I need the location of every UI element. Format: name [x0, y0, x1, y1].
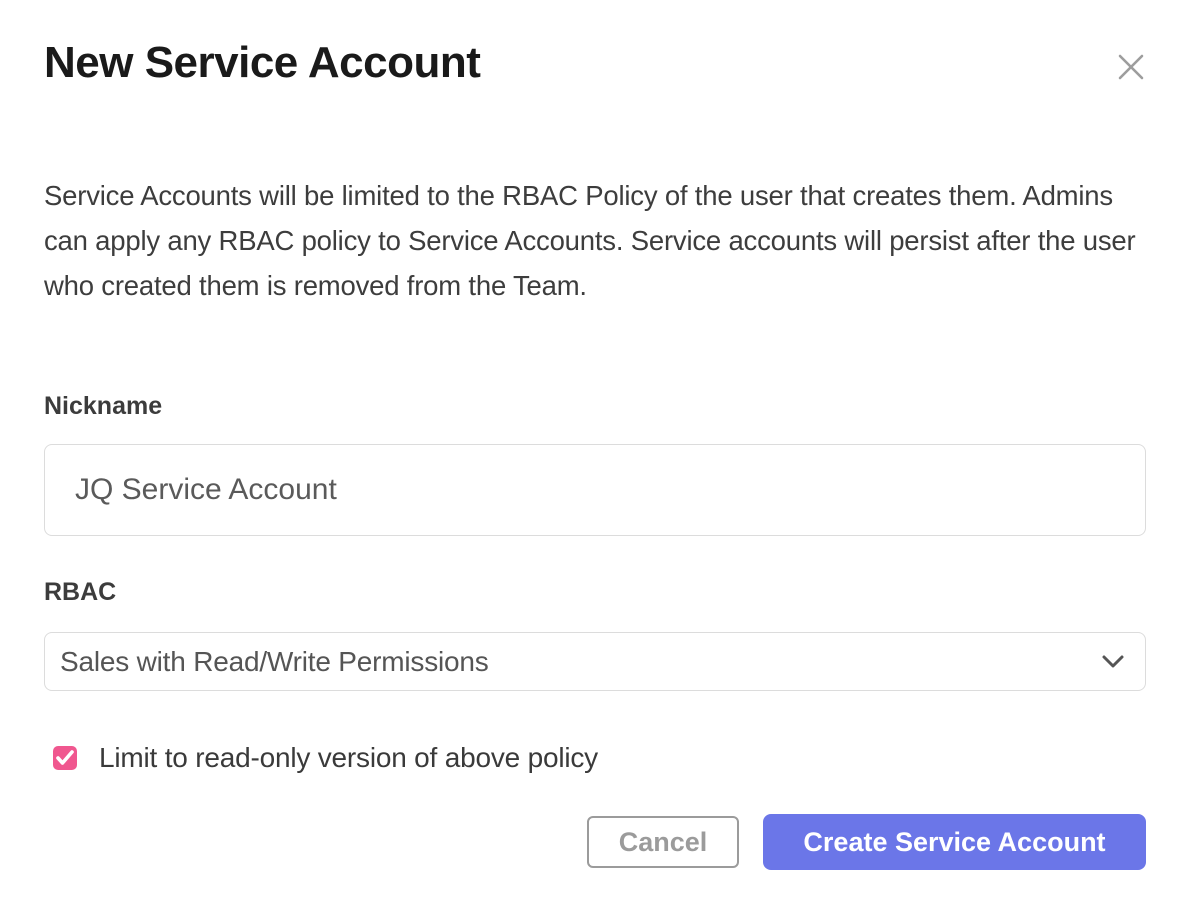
- rbac-selected-option: Sales with Read/Write Permissions: [60, 646, 1101, 678]
- modal-description: Service Accounts will be limited to the …: [44, 174, 1164, 308]
- rbac-label: RBAC: [44, 578, 116, 607]
- close-button[interactable]: [1112, 48, 1150, 86]
- nickname-label: Nickname: [44, 392, 162, 421]
- close-icon: [1117, 53, 1145, 81]
- create-service-account-button[interactable]: Create Service Account: [763, 814, 1146, 870]
- chevron-down-icon: [1101, 654, 1125, 670]
- checkbox-checked-icon[interactable]: [53, 746, 77, 770]
- read-only-checkbox-label: Limit to read-only version of above poli…: [99, 742, 598, 774]
- read-only-checkbox-row[interactable]: Limit to read-only version of above poli…: [53, 742, 598, 774]
- modal-footer: Cancel Create Service Account: [587, 814, 1146, 870]
- cancel-button[interactable]: Cancel: [587, 816, 739, 868]
- modal-title: New Service Account: [44, 38, 480, 88]
- new-service-account-modal: New Service Account Service Accounts wil…: [0, 0, 1190, 904]
- rbac-select[interactable]: Sales with Read/Write Permissions: [44, 632, 1146, 691]
- nickname-input[interactable]: [44, 444, 1146, 536]
